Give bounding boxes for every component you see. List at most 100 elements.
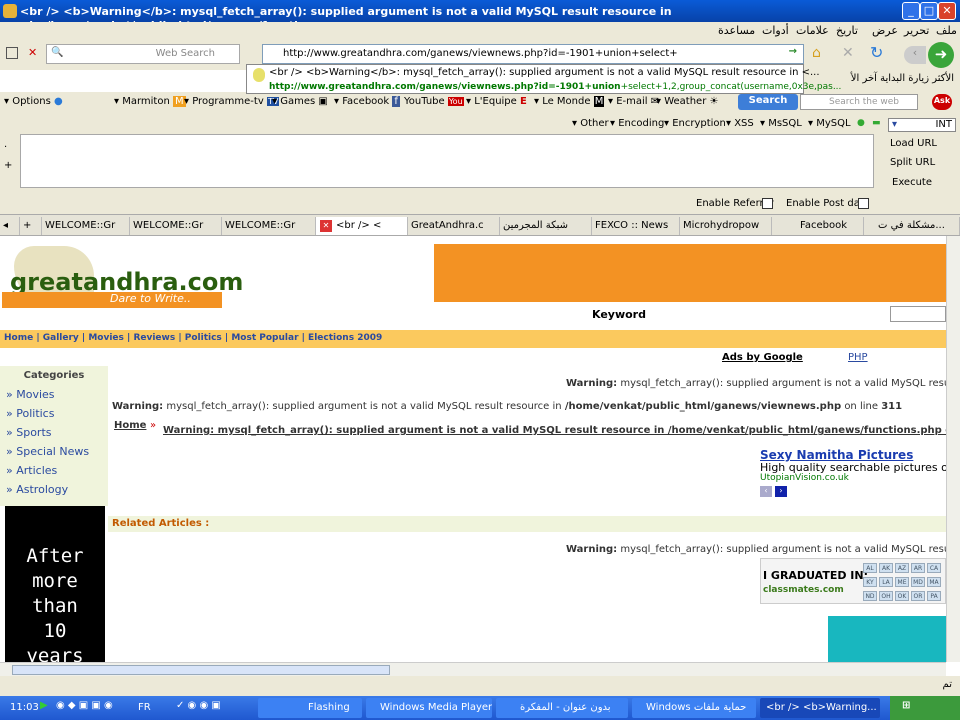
- tab[interactable]: WELCOME::Gr: [42, 217, 130, 235]
- forward-button[interactable]: ➜: [928, 42, 954, 68]
- state-button[interactable]: PA: [927, 591, 941, 601]
- hackbar-xss[interactable]: ▾ XSS: [726, 118, 754, 129]
- bookmark-options[interactable]: ▾ Options ●: [4, 96, 63, 107]
- state-button[interactable]: CA: [927, 563, 941, 573]
- state-button[interactable]: OK: [895, 591, 909, 601]
- stop-icon[interactable]: ✕: [842, 45, 854, 61]
- toggle-icon[interactable]: ▬: [872, 118, 881, 128]
- bookmark-youtube[interactable]: YouTube You: [404, 96, 464, 107]
- bookmark-programme-tv[interactable]: ▾ Programme-tv TV: [184, 96, 280, 107]
- tab[interactable]: FEXCO :: News: [592, 217, 680, 235]
- black-ad-banner[interactable]: After more than 10 years: [5, 506, 105, 662]
- menu-file[interactable]: ملف: [936, 24, 957, 37]
- menu-help[interactable]: مساعدة: [718, 24, 755, 37]
- bookmark-lequipe[interactable]: ▾ L'Equipe E: [466, 96, 527, 107]
- play-icon[interactable]: ▶: [40, 700, 48, 711]
- scrollbar-thumb[interactable]: [12, 665, 390, 675]
- toolbar-icon[interactable]: [6, 47, 18, 59]
- web-search-input[interactable]: 🔍 Web Search: [46, 44, 240, 64]
- close-tab-icon[interactable]: ✕: [320, 220, 332, 232]
- tab[interactable]: GreatAndhra.c: [408, 217, 500, 235]
- home-link[interactable]: Home: [114, 420, 146, 431]
- bookmark-weather[interactable]: ▾ Weather ☀: [656, 96, 718, 107]
- category-sports[interactable]: » Sports: [6, 426, 52, 439]
- stop-toolbar-icon[interactable]: ✕: [28, 46, 37, 59]
- close-window-button[interactable]: ✕: [938, 2, 956, 20]
- maximize-button[interactable]: □: [920, 2, 938, 20]
- state-button[interactable]: MD: [911, 577, 925, 587]
- new-tab-button[interactable]: +: [20, 217, 42, 235]
- category-articles[interactable]: » Articles: [6, 464, 57, 477]
- horizontal-scrollbar[interactable]: [0, 662, 946, 676]
- split-url-button[interactable]: Split URL: [890, 157, 935, 168]
- taskbar-item[interactable]: Windows حماية ملفات: [632, 698, 756, 718]
- ad-site[interactable]: UtopianVision.co.uk: [760, 473, 849, 483]
- tab[interactable]: WELCOME::Gr: [130, 217, 222, 235]
- enable-post-checkbox[interactable]: [858, 198, 869, 209]
- bookmark-facebook[interactable]: ▾ Facebook f: [334, 96, 400, 107]
- state-button[interactable]: KY: [863, 577, 877, 587]
- int-select[interactable]: ▾ INT: [888, 118, 956, 132]
- taskbar-item[interactable]: بدون عنوان - المفكرة: [496, 698, 628, 718]
- tab-active[interactable]: ✕ <br /> <: [316, 217, 408, 235]
- category-movies[interactable]: » Movies: [6, 388, 55, 401]
- tab-scroll-left[interactable]: ◂: [0, 217, 20, 235]
- hackbar-textarea[interactable]: [20, 134, 874, 188]
- state-button[interactable]: OH: [879, 591, 893, 601]
- ad-next-icon[interactable]: ›: [775, 486, 787, 497]
- vertical-scrollbar[interactable]: [946, 236, 960, 662]
- url-bar[interactable]: http://www.greatandhra.com/ganews/viewne…: [262, 44, 804, 64]
- tab[interactable]: Microhydropow: [680, 217, 772, 235]
- site-nav-links[interactable]: Home | Gallery | Movies | Reviews | Poli…: [0, 330, 946, 348]
- taskbar-item[interactable]: Windows Media Player: [366, 698, 492, 718]
- url-autocomplete-dropdown[interactable]: <br /> <b>Warning</b>: mysql_fetch_array…: [246, 64, 841, 94]
- state-button[interactable]: AZ: [895, 563, 909, 573]
- hackbar-mysql[interactable]: ▾ MySQL: [808, 118, 851, 129]
- menu-view[interactable]: عرض: [872, 24, 898, 37]
- language-indicator[interactable]: FR: [138, 702, 151, 713]
- execute-button[interactable]: Execute: [892, 177, 932, 188]
- state-button[interactable]: OR: [911, 591, 925, 601]
- state-button[interactable]: AK: [879, 563, 893, 573]
- hackbar-other[interactable]: ▾ Other: [572, 118, 609, 129]
- state-button[interactable]: MA: [927, 577, 941, 587]
- search-web-input[interactable]: Search the web: [800, 94, 918, 110]
- menu-bookmarks[interactable]: علامات: [796, 24, 829, 37]
- search-button[interactable]: Search: [738, 94, 798, 110]
- start-button[interactable]: ⊞: [890, 696, 960, 720]
- category-politics[interactable]: » Politics: [6, 407, 54, 420]
- bookmark-lemonde[interactable]: ▾ Le Monde M: [534, 96, 605, 107]
- tab[interactable]: شبكة المجرمين: [500, 217, 592, 235]
- bookmark-email[interactable]: ▾ E-mail ✉: [608, 96, 659, 107]
- bookmark-marmiton[interactable]: ▾ Marmiton M: [114, 96, 186, 107]
- ads-by-google-link[interactable]: Ads by Google: [722, 352, 803, 363]
- category-astrology[interactable]: » Astrology: [6, 483, 68, 496]
- taskbar-item-active[interactable]: <br /> <b>Warning...: [760, 698, 880, 718]
- minimize-button[interactable]: _: [902, 2, 920, 20]
- site-logo[interactable]: greatandhra.com Dare to Write..: [2, 244, 243, 324]
- reload-icon[interactable]: ↻: [870, 43, 883, 62]
- hackbar-encoding[interactable]: ▾ Encoding: [610, 118, 664, 129]
- taskbar-item[interactable]: Flashing: [258, 698, 362, 718]
- home-icon[interactable]: ⌂: [812, 45, 821, 61]
- cyan-ad-banner[interactable]: [828, 616, 946, 662]
- keyword-input[interactable]: [890, 306, 946, 322]
- menu-history[interactable]: تاريخ: [836, 24, 858, 37]
- tab[interactable]: مشكلة في ت...: [864, 217, 960, 235]
- go-arrow-icon[interactable]: →: [789, 46, 797, 57]
- state-button[interactable]: LA: [879, 577, 893, 587]
- enable-referrer-checkbox[interactable]: [762, 198, 773, 209]
- state-button[interactable]: AR: [911, 563, 925, 573]
- state-button[interactable]: AL: [863, 563, 877, 573]
- state-button[interactable]: ND: [863, 591, 877, 601]
- menu-edit[interactable]: تحرير: [904, 24, 929, 37]
- state-button[interactable]: ME: [895, 577, 909, 587]
- hackbar-encryption[interactable]: ▾ Encryption: [664, 118, 726, 129]
- ad-title-link[interactable]: Sexy Namitha Pictures: [760, 448, 913, 462]
- classmates-ad[interactable]: I GRADUATED IN: classmates.com AL AK AZ …: [760, 558, 946, 604]
- bookmark-games[interactable]: ▾ Games ▣: [272, 96, 328, 107]
- php-link[interactable]: PHP: [848, 352, 868, 363]
- ad-prev-icon[interactable]: ‹: [760, 486, 772, 497]
- tab[interactable]: WELCOME::Gr: [222, 217, 316, 235]
- warning-message-functions[interactable]: Warning: mysql_fetch_array(): supplied a…: [163, 425, 946, 436]
